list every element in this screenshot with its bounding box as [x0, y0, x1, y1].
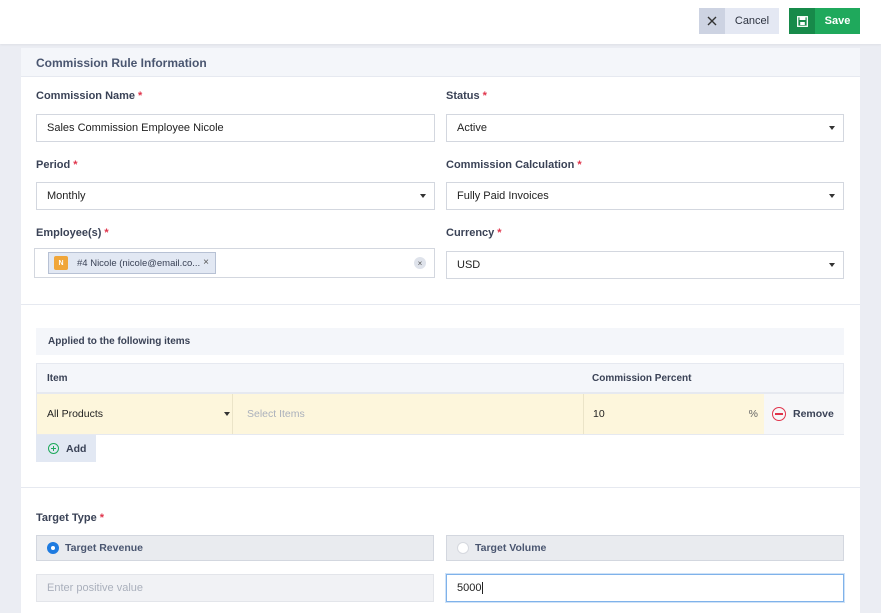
target-revenue-input[interactable]: Enter positive value	[36, 574, 434, 602]
employees-multiselect[interactable]: N #4 Nicole (nicole@email.co... × ×	[34, 248, 435, 278]
save-button[interactable]: Save	[789, 8, 860, 34]
target-volume-value: 5000	[457, 582, 482, 594]
commission-name-value: Sales Commission Employee Nicole	[47, 122, 224, 134]
target-revenue-option[interactable]: Target Revenue	[36, 535, 434, 561]
clear-icon[interactable]: ×	[414, 257, 426, 269]
currency-select[interactable]: USD	[446, 251, 844, 279]
section-header: Commission Rule Information	[21, 48, 860, 77]
target-volume-input[interactable]: 5000	[446, 574, 844, 602]
table-row: All Products Select Items 10 % Remove	[36, 393, 844, 435]
select-items-placeholder: Select Items	[247, 408, 305, 420]
minus-circle-icon	[772, 407, 786, 421]
add-item-button[interactable]: Add	[36, 435, 96, 462]
commission-percent-value: 10	[593, 408, 605, 420]
column-item: Item	[47, 373, 68, 384]
currency-label: Currency *	[446, 227, 502, 239]
radio-unselected-icon	[457, 542, 469, 554]
commission-name-input[interactable]: Sales Commission Employee Nicole	[36, 114, 435, 142]
avatar: N	[54, 256, 68, 270]
add-label: Add	[66, 442, 87, 455]
chevron-down-icon	[829, 126, 835, 130]
cell-divider	[232, 394, 233, 434]
target-revenue-placeholder: Enter positive value	[47, 582, 143, 594]
items-section-title: Applied to the following items	[48, 336, 191, 347]
cell-divider	[583, 394, 584, 434]
target-volume-option[interactable]: Target Volume	[446, 535, 844, 561]
item-type-value: All Products	[47, 408, 104, 420]
cancel-button[interactable]: Cancel	[699, 8, 779, 34]
period-value: Monthly	[47, 190, 86, 202]
top-toolbar: Cancel Save	[0, 0, 881, 44]
status-label: Status *	[446, 90, 487, 102]
employee-tag: N #4 Nicole (nicole@email.co... ×	[48, 252, 216, 274]
section-divider	[21, 304, 860, 305]
percent-sign: %	[748, 408, 758, 420]
chevron-down-icon	[420, 194, 426, 198]
select-items-input[interactable]: Select Items	[247, 394, 577, 434]
status-select[interactable]: Active	[446, 114, 844, 142]
column-commission-percent: Commission Percent	[592, 373, 692, 384]
section-divider	[21, 487, 860, 488]
target-volume-label: Target Volume	[475, 542, 547, 554]
commission-name-label: Commission Name *	[36, 90, 143, 102]
calculation-select[interactable]: Fully Paid Invoices	[446, 182, 844, 210]
period-select[interactable]: Monthly	[36, 182, 435, 210]
tag-remove-icon[interactable]: ×	[203, 257, 209, 268]
items-table-header: Item Commission Percent	[36, 363, 844, 393]
section-title: Commission Rule Information	[36, 56, 207, 70]
cancel-label: Cancel	[734, 15, 770, 27]
remove-button[interactable]: Remove	[764, 394, 844, 434]
chevron-down-icon	[829, 194, 835, 198]
items-section-header: Applied to the following items	[36, 328, 844, 355]
save-label: Save	[824, 15, 851, 27]
status-value: Active	[457, 122, 487, 134]
plus-circle-icon	[48, 443, 59, 454]
close-icon	[699, 8, 725, 34]
period-label: Period *	[36, 159, 78, 171]
employee-tag-label: #4 Nicole (nicole@email.co...	[77, 257, 201, 269]
calculation-label: Commission Calculation *	[446, 159, 582, 171]
currency-value: USD	[457, 259, 481, 271]
radio-selected-icon	[47, 542, 59, 554]
chevron-down-icon	[829, 263, 835, 267]
target-type-label: Target Type *	[36, 512, 104, 524]
commission-rule-panel: Commission Rule Information Commission N…	[21, 48, 860, 613]
save-icon	[789, 8, 815, 34]
chevron-down-icon	[224, 412, 230, 416]
employees-label: Employee(s) *	[36, 227, 109, 239]
remove-label: Remove	[793, 408, 834, 420]
target-revenue-label: Target Revenue	[65, 542, 143, 554]
calculation-value: Fully Paid Invoices	[457, 190, 549, 202]
commission-percent-input[interactable]: 10 %	[593, 394, 758, 434]
item-type-select[interactable]: All Products	[47, 394, 232, 434]
text-cursor	[482, 582, 484, 594]
